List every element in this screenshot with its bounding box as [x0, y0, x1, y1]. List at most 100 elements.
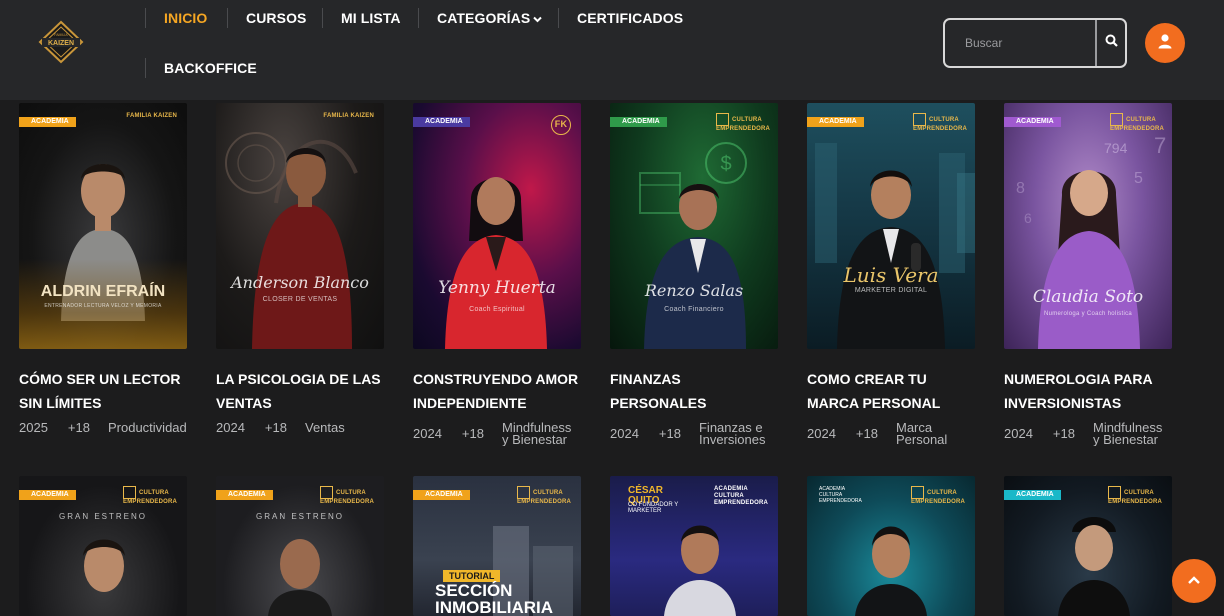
academia-badge: ACADEMIA [413, 490, 470, 500]
course-poster[interactable]: ACADEMIA CULTURA EMPRENDEDORA [1004, 476, 1172, 616]
poster-headline: SECCIÓN INMOBILIARIA [435, 581, 554, 616]
academia-badge: ACADEMIA [610, 117, 667, 127]
course-age-rating: +18 [461, 426, 484, 441]
course-card[interactable]: $ ACADEMIA CULTURA EMPRENDEDORA Renzo Sa… [610, 103, 778, 446]
academia-badge: ACADEMIA [807, 117, 864, 127]
course-category: Mindfulness y Bienestar [501, 422, 572, 446]
poster-headline: GRAN ESTRENO [255, 512, 344, 521]
nav-categorias-label: CATEGORÍAS [437, 10, 531, 26]
course-poster[interactable]: ACADEMIA CULTURA EMPRENDEDORA CULTURA EM… [807, 476, 975, 616]
course-poster[interactable]: ACADEMIA FK Yenny Huerta Coach Espiritua… [413, 103, 581, 349]
course-card[interactable]: FAMILIA KAIZEN Anderson Blanco CLOSER DE… [216, 103, 384, 434]
brand-icon [123, 486, 136, 499]
poster-instructor-name: Renzo Salas [644, 281, 744, 300]
brand-logo: FAMILIA KAIZEN [323, 113, 374, 120]
course-poster[interactable]: ACADEMIA CULTURA EMPRENDEDORA GRAN ESTRE… [216, 476, 384, 616]
course-card[interactable]: ACADEMIA CULTURA EMPRENDEDORA GRAN ESTRE… [19, 476, 187, 616]
poster-headline: ACADEMIA CULTURA EMPRENDEDORA [819, 486, 862, 504]
course-card[interactable]: ACADEMIA CULTURA EMPRENDEDORA CULTURA EM… [807, 476, 975, 616]
brand-logo: CULTURA EMPRENDEDORA [123, 486, 177, 506]
brand-label: ACADEMIA CULTURA EMPRENDEDORA [714, 486, 769, 506]
course-title[interactable]: CONSTRUYENDO AMOR INDEPENDIENTE [413, 367, 581, 415]
nav-divider [322, 8, 323, 28]
poster-subtitle: MARKETER DIGITAL [854, 287, 928, 294]
course-card[interactable]: ACADEMIA FK Yenny Huerta Coach Espiritua… [413, 103, 581, 446]
nav-cursos[interactable]: CURSOS [246, 10, 307, 26]
course-meta: 2024 +18 Finanzas e Inversiones [610, 422, 778, 446]
poster-subtitle: CO FUNDADOR Y MARKETER [628, 502, 679, 514]
nav-categorias[interactable]: CATEGORÍAS [437, 10, 543, 26]
chevron-up-icon [1187, 572, 1201, 590]
course-meta: 2024 +18 Mindfulness y Bienestar [413, 422, 581, 446]
nav-divider [558, 8, 559, 28]
course-category: Marca Personal [895, 422, 948, 446]
user-account-button[interactable] [1145, 23, 1185, 63]
academia-badge: ACADEMIA [216, 490, 273, 500]
course-year: 2024 [807, 426, 836, 441]
course-title[interactable]: COMO CREAR TU MARCA PERSONAL [807, 367, 975, 415]
poster-instructor-name: Claudia Soto [1032, 287, 1144, 307]
instructor-photo [640, 173, 750, 349]
course-age-rating: +18 [658, 426, 681, 441]
academia-badge: ACADEMIA [19, 117, 76, 127]
scroll-to-top-button[interactable] [1172, 559, 1216, 603]
brand-logo: CULTURA EMPRENDEDORA [320, 486, 374, 506]
course-card[interactable]: ACADEMIA CULTURA EMPRENDEDORA Luis Vera … [807, 103, 975, 446]
course-card[interactable]: ACADEMIA CULTURA EMPRENDEDORA TUTORIAL S… [413, 476, 581, 616]
course-card[interactable]: 794 7 5 8 6 ACADEMIA CULTURA EMPRENDEDOR… [1004, 103, 1172, 446]
course-category: Finanzas e Inversiones [698, 422, 766, 446]
course-poster[interactable]: FAMILIA KAIZEN Anderson Blanco CLOSER DE… [216, 103, 384, 349]
course-year: 2025 [19, 420, 48, 435]
brand-icon [320, 486, 333, 499]
course-card[interactable]: ACADEMIA FAMILIA KAIZEN ALDRIN EFRAÍN EN… [19, 103, 187, 434]
brand-icon [1108, 486, 1121, 499]
chevron-down-icon [533, 15, 543, 26]
brand-logo: CULTURA EMPRENDEDORA [913, 113, 967, 133]
course-poster[interactable]: ACADEMIA FAMILIA KAIZEN ALDRIN EFRAÍN EN… [19, 103, 187, 349]
brand-icon [913, 113, 926, 126]
brand-icon [517, 486, 530, 499]
poster-subtitle: Coach Espiritual [469, 306, 525, 313]
academia-badge: ACADEMIA [19, 490, 76, 500]
search-icon [1105, 34, 1118, 52]
course-title[interactable]: FINANZAS PERSONALES [610, 367, 778, 415]
course-poster[interactable]: 794 7 5 8 6 ACADEMIA CULTURA EMPRENDEDOR… [1004, 103, 1172, 349]
brand-icon [1110, 113, 1123, 126]
svg-text:$: $ [720, 153, 731, 175]
brand-label: FK [551, 115, 571, 135]
course-age-rating: +18 [67, 420, 90, 435]
instructor-photo [260, 528, 340, 616]
course-poster[interactable]: ACADEMIA CULTURA EMPRENDEDORA GRAN ESTRE… [19, 476, 187, 616]
search-button[interactable] [1095, 20, 1125, 66]
kaizen-logo[interactable]: KAIZEN FAMILIA [38, 20, 84, 64]
course-title[interactable]: NUMEROLOGIA PARA INVERSIONISTAS [1004, 367, 1172, 415]
nav-mi-lista[interactable]: MI LISTA [341, 10, 401, 26]
course-year: 2024 [610, 426, 639, 441]
course-year: 2024 [1004, 426, 1033, 441]
instructor-photo [660, 514, 740, 616]
course-category: Ventas [304, 422, 345, 434]
brand-logo: FAMILIA KAIZEN [126, 113, 177, 120]
course-card[interactable]: ACADEMIA CULTURA EMPRENDEDORA [1004, 476, 1172, 616]
brand-logo: CULTURA EMPRENDEDORA [911, 486, 965, 506]
instructor-photo [833, 159, 949, 349]
academia-badge: ACADEMIA [1004, 490, 1061, 500]
course-category: Mindfulness y Bienestar [1092, 422, 1163, 446]
brand-logo: CULTURA EMPRENDEDORA [517, 486, 571, 506]
nav-certificados[interactable]: CERTIFICADOS [577, 10, 683, 26]
course-card[interactable]: CÉSAR QUITO CO FUNDADOR Y MARKETER ACADE… [610, 476, 778, 616]
search-input[interactable] [945, 20, 1095, 66]
course-poster[interactable]: CÉSAR QUITO CO FUNDADOR Y MARKETER ACADE… [610, 476, 778, 616]
poster-subtitle: Numerologa y Coach holistica [1043, 311, 1133, 317]
instructor-photo [1034, 155, 1144, 349]
course-card[interactable]: ACADEMIA CULTURA EMPRENDEDORA GRAN ESTRE… [216, 476, 384, 616]
course-title[interactable]: LA PSICOLOGIA DE LAS VENTAS [216, 367, 384, 415]
course-poster[interactable]: ACADEMIA CULTURA EMPRENDEDORA TUTORIAL S… [413, 476, 581, 616]
nav-inicio[interactable]: INICIO [164, 10, 207, 26]
course-title[interactable]: CÓMO SER UN LECTOR SIN LÍMITES [19, 367, 187, 415]
course-poster[interactable]: $ ACADEMIA CULTURA EMPRENDEDORA Renzo Sa… [610, 103, 778, 349]
instructor-photo [851, 516, 931, 616]
nav-backoffice[interactable]: BACKOFFICE [164, 60, 257, 76]
course-age-rating: +18 [1052, 426, 1075, 441]
course-poster[interactable]: ACADEMIA CULTURA EMPRENDEDORA Luis Vera … [807, 103, 975, 349]
